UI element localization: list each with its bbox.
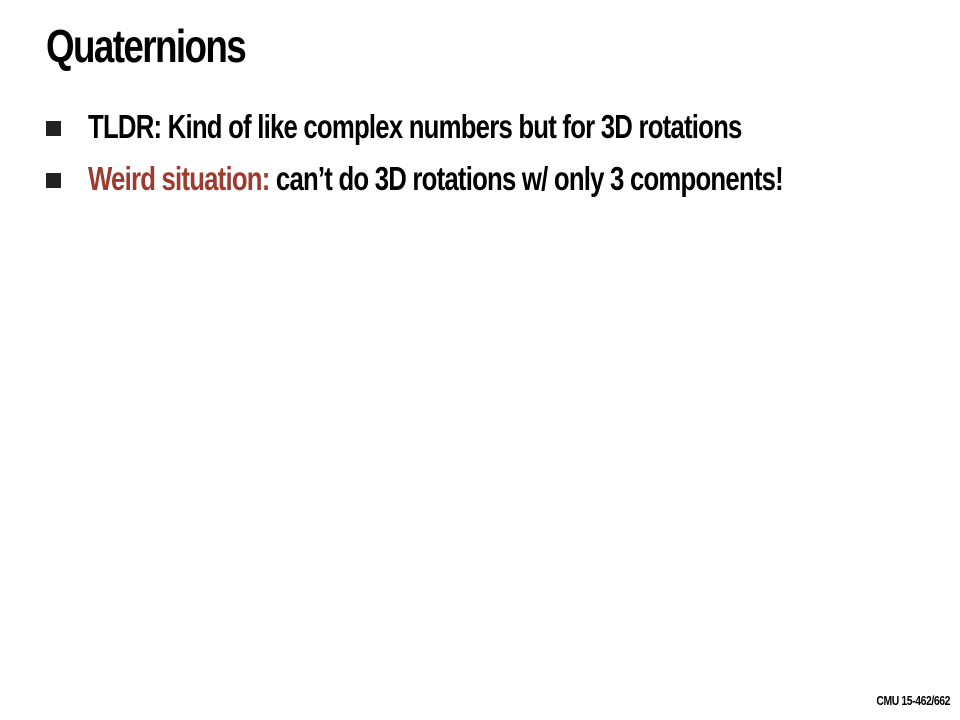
bullet-text: TLDR: Kind of like complex numbers but f… [88,104,742,150]
bullet-text-body: TLDR: Kind of like complex numbers but f… [88,108,742,145]
bullet-text-body: can’t do 3D rotations w/ only 3 componen… [269,160,784,197]
square-bullet-icon [46,173,61,188]
bullet-highlight: Weird situation: [88,160,270,197]
slide-title: Quaternions [46,20,247,72]
square-bullet-icon [46,121,61,136]
course-footer: CMU 15-462/662 [876,693,950,708]
slide: Quaternions TLDR: Kind of like complex n… [0,0,960,720]
bullet-text: Weird situation: can’t do 3D rotations w… [88,156,784,202]
